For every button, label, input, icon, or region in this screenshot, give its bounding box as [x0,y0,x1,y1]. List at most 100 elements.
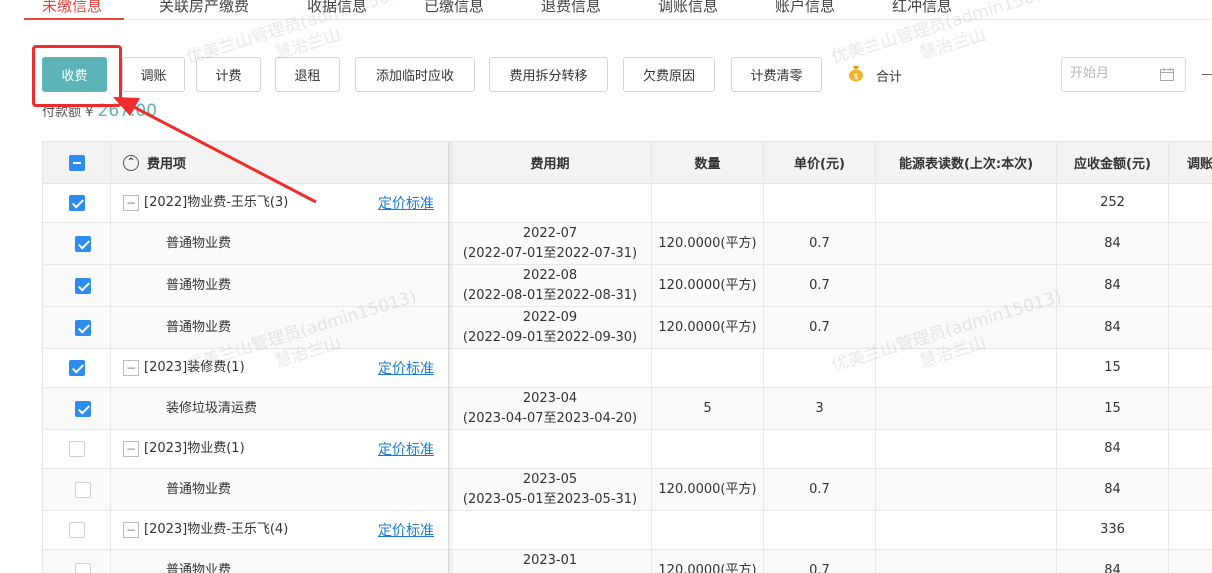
adjustment-cell [1169,265,1212,307]
adjustment-cell [1169,550,1212,573]
quantity-cell: 120.0000(平方) [652,550,764,573]
adjustment-cell [1169,430,1212,469]
quantity-cell: 120.0000(平方) [652,469,764,511]
receivable-amount-cell: 15 [1057,388,1169,430]
quantity-value: 120.0000(平方) [658,277,757,293]
meter-reading-cell [876,349,1057,388]
quantity-cell: 120.0000(平方) [652,223,764,265]
row-checkbox[interactable] [68,195,85,211]
fee-item-name-cell: 普通物业费 [111,469,449,511]
split-transfer-fee-button[interactable]: 费用拆分转移 [489,57,608,92]
fee-group-name-cell: − [2023]装修费(1) 定价标准 [111,349,449,388]
pricing-standard-link[interactable]: 定价标准 [378,359,434,379]
receivable-amount-cell: 84 [1057,265,1169,307]
fee-item-name-cell: 普通物业费 [111,265,449,307]
receivable-amount-value: 84 [1104,562,1121,573]
row-checkbox[interactable] [74,400,91,417]
adjustment-cell [1169,511,1212,550]
unpaid-fees-page: 未缴信息 关联房产缴费 收据信息 已缴信息 退费信息 调账信息 账户信息 红冲信… [0,0,1212,573]
receivable-amount-cell: 252 [1057,184,1169,223]
row-checkbox[interactable] [74,481,91,498]
adjustment-cell [1169,349,1212,388]
collapse-toggle-icon[interactable]: − [123,195,139,211]
tab-paid[interactable]: 已缴信息 [424,0,484,16]
row-checkbox-cell [43,349,111,388]
unit-price-cell: 0.7 [764,223,876,265]
select-all-checkbox[interactable] [68,154,85,171]
row-checkbox-cell [43,550,111,573]
tab-unpaid[interactable]: 未缴信息 [42,0,102,16]
receivable-amount-cell: 15 [1057,349,1169,388]
collapse-all-icon[interactable]: ⌃ [123,154,139,171]
select-all-header [43,142,111,184]
row-checkbox[interactable] [68,360,85,376]
pricing-standard-link[interactable]: 定价标准 [378,194,434,214]
unit-price-value: 3 [815,400,824,416]
tab-receipts[interactable]: 收据信息 [307,0,367,16]
period-cell [449,430,652,469]
receivable-amount-value: 84 [1104,277,1121,293]
row-checkbox-cell [43,184,111,223]
unit-price-cell: 0.7 [764,307,876,349]
clear-billing-button[interactable]: 计费清零 [731,57,822,92]
meter-reading-cell [876,430,1057,469]
meter-reading-cell [876,469,1057,511]
billing-month: 2022-09 [522,309,578,325]
fee-item-name: 普通物业费 [166,562,232,573]
terminate-lease-button[interactable]: 退租 [275,57,340,92]
quantity-cell [652,184,764,223]
billing-date-range: (2022-08-01至2022-08-31) [462,287,638,303]
row-checkbox-cell [43,265,111,307]
billing-date-range: (2022-07-01至2022-07-31) [462,245,638,261]
row-checkbox[interactable] [74,562,91,573]
meter-reading-cell [876,550,1057,573]
tab-adjustments[interactable]: 调账信息 [658,0,718,16]
row-checkbox[interactable] [74,319,91,336]
billing-date-range: (2022-09-01至2022-09-30) [462,329,638,345]
arrears-reason-button[interactable]: 欠费原因 [623,57,715,92]
pricing-standard-link[interactable]: 定价标准 [378,440,434,460]
receivable-amount-value: 84 [1104,319,1121,335]
unit-price-cell: 3 [764,388,876,430]
start-month-input[interactable] [1070,66,1150,81]
column-header-quantity: 数量 [652,142,764,184]
fee-group-name: [2023]装修费(1) [144,360,245,375]
period-cell [449,511,652,550]
column-header-adjustment: 调账 [1169,142,1212,184]
period-cell: 2023-01(2023-01-01至2023-01-31) [449,550,652,573]
tab-related-property[interactable]: 关联房产缴费 [159,0,249,16]
fee-item-name: 普通物业费 [166,277,232,293]
fee-item-name-cell: 普通物业费 [111,550,449,573]
billing-month: 2023-05 [522,471,578,487]
billing-month: 2023-04 [522,390,578,406]
receivable-amount-value: 15 [1104,360,1121,375]
row-checkbox[interactable] [74,277,91,294]
unit-price-value: 0.7 [809,277,830,293]
period-text: 2023-01(2023-01-01至2023-01-31) [463,551,637,573]
adjustment-cell [1169,388,1212,430]
receivable-amount-cell: 84 [1057,307,1169,349]
row-checkbox-cell [43,511,111,550]
unit-price-cell: 0.7 [764,265,876,307]
receivable-amount-value: 84 [1104,235,1121,251]
collapse-toggle-icon[interactable]: − [123,441,139,457]
adjust-account-button[interactable]: 调账 [122,57,185,92]
collapse-toggle-icon[interactable]: − [123,522,139,538]
row-checkbox[interactable] [68,522,85,538]
row-checkbox[interactable] [68,441,85,457]
period-text: 2022-07 (2022-07-01至2022-07-31) [463,224,637,264]
adjustment-cell [1169,307,1212,349]
column-header-fee-item[interactable]: ⌃ 费用项 [111,142,449,184]
tab-account[interactable]: 账户信息 [775,0,835,16]
row-checkbox[interactable] [74,235,91,252]
fee-item-name: 普通物业费 [166,319,232,335]
start-month-picker[interactable] [1061,57,1186,92]
tab-reversals[interactable]: 红冲信息 [892,0,952,16]
tab-refunds[interactable]: 退费信息 [541,0,601,16]
pricing-standard-link[interactable]: 定价标准 [378,521,434,541]
collapse-toggle-icon[interactable]: − [123,360,139,376]
add-temporary-receivable-button[interactable]: 添加临时应收 [355,57,475,92]
period-cell [449,349,652,388]
meter-reading-cell [876,388,1057,430]
calculate-fee-button[interactable]: 计费 [196,57,261,92]
